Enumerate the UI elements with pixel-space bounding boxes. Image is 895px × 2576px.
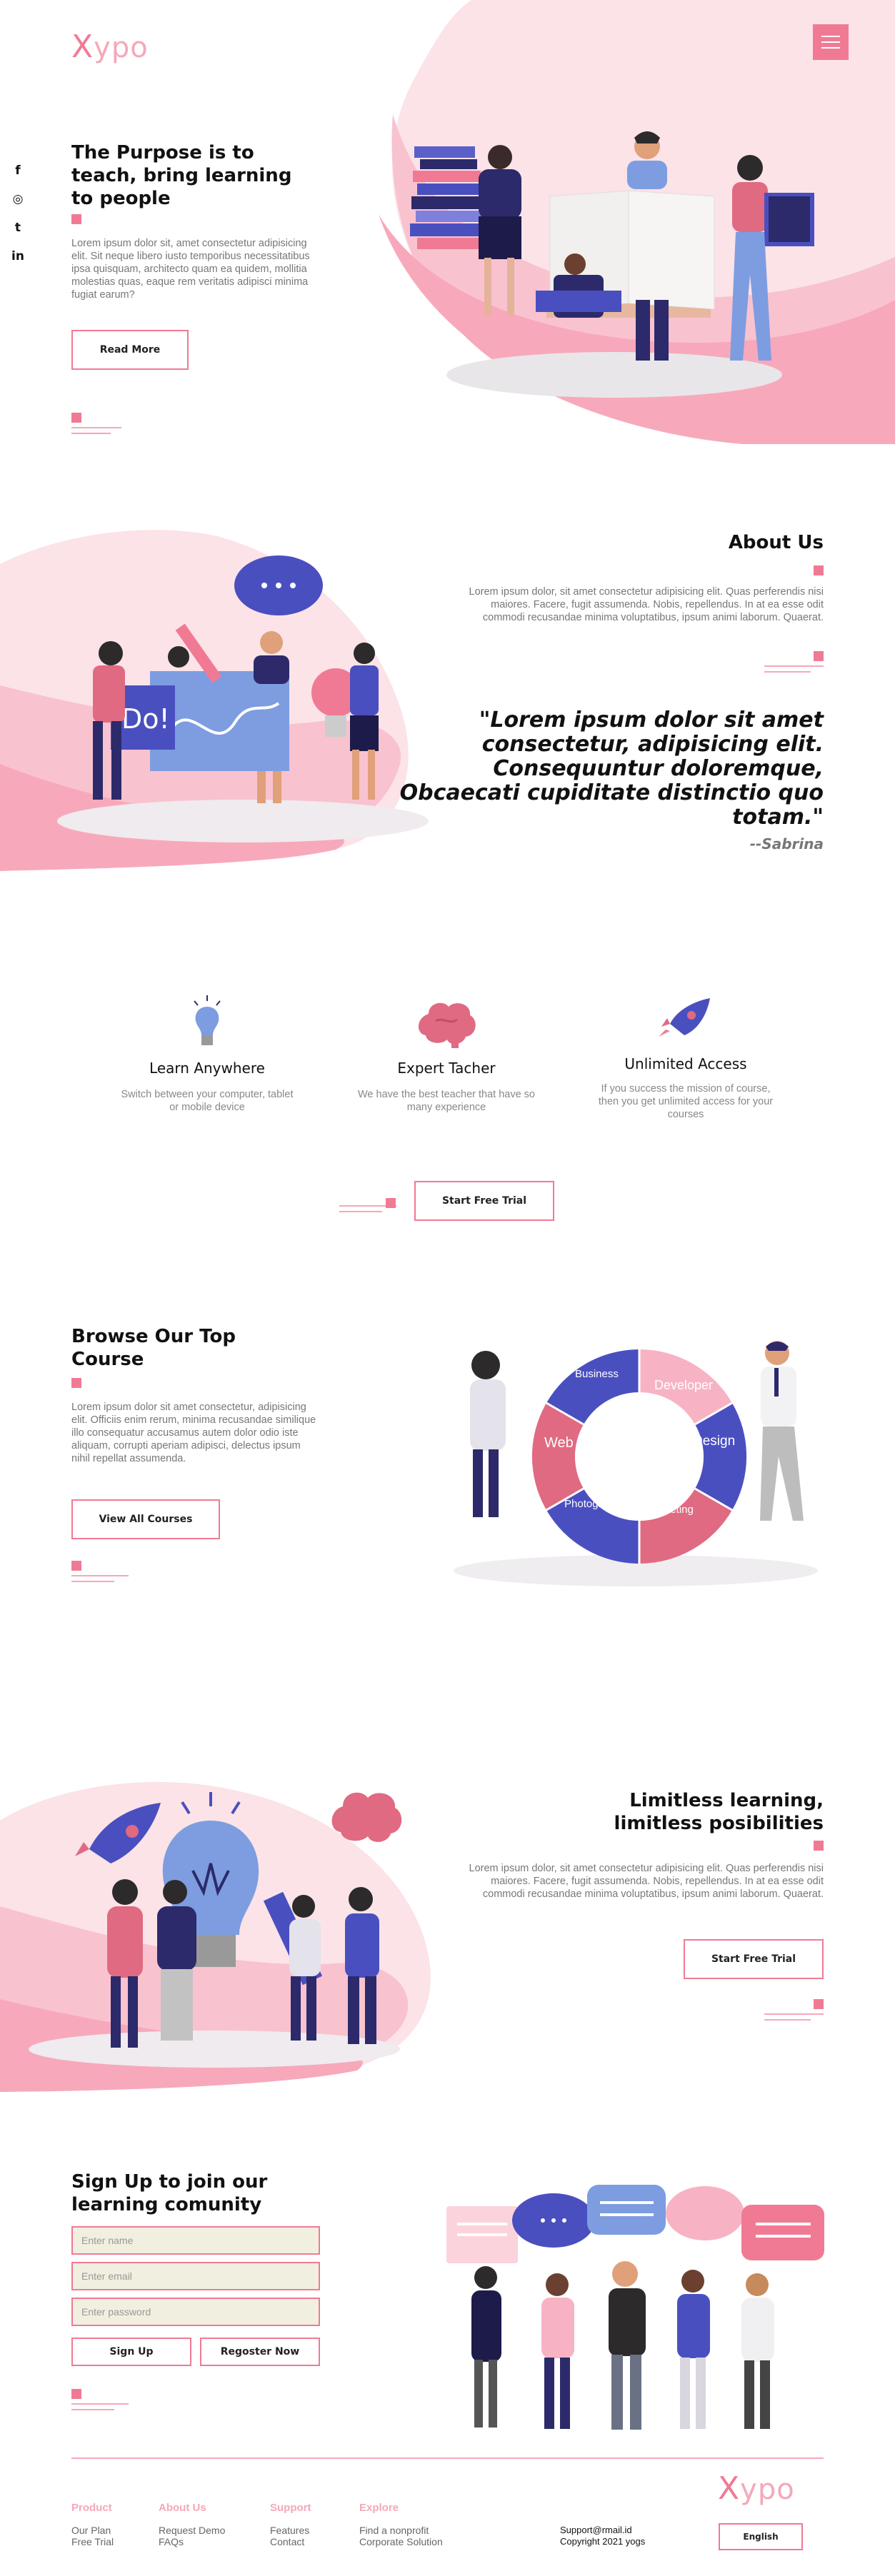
footer-link-request-demo[interactable]: Request Demo bbox=[159, 2525, 225, 2536]
limitless-illustration bbox=[75, 1792, 402, 2048]
decor-lines bbox=[764, 2013, 824, 2025]
decor-lines bbox=[71, 1575, 129, 1586]
feature-title-learn-anywhere: Learn Anywhere bbox=[149, 1060, 265, 1077]
decor-lines bbox=[764, 665, 824, 677]
courses-section: Browse Our Top Course Lorem ipsum dolor … bbox=[0, 1307, 895, 1606]
feature-title-unlimited-access: Unlimited Access bbox=[624, 1055, 747, 1072]
language-selector[interactable]: English bbox=[719, 2523, 803, 2550]
footer-link-our-plan[interactable]: Our Plan bbox=[71, 2525, 111, 2536]
feature-desc-learn-anywhere: Switch between your computer, tablet or … bbox=[121, 1089, 294, 1113]
hamburger-icon bbox=[821, 41, 840, 43]
brain-icon bbox=[418, 1002, 476, 1048]
footer-link-contact[interactable]: Contact bbox=[270, 2536, 304, 2547]
email-field[interactable] bbox=[71, 2262, 320, 2290]
start-free-trial-button[interactable]: Start Free Trial bbox=[414, 1181, 554, 1221]
decor-square bbox=[71, 2389, 81, 2399]
feature-desc-unlimited-access: If you success the mission of course, th… bbox=[598, 1083, 774, 1120]
wheel-label-developer: Developer bbox=[654, 1378, 714, 1392]
linkedin-icon[interactable]: in bbox=[10, 248, 26, 264]
decor-square bbox=[814, 1841, 824, 1851]
courses-title: Browse Our Top Course bbox=[71, 1326, 236, 1370]
courses-text: Lorem ipsum dolor sit amet consectetur, … bbox=[71, 1402, 316, 1464]
decor-lines bbox=[71, 2403, 129, 2415]
footer-divider bbox=[71, 2457, 824, 2459]
brand-logo-text: ypo bbox=[94, 31, 149, 64]
about-title: About Us bbox=[728, 532, 824, 553]
limitless-title: Limitless learning, limitless posibiliti… bbox=[614, 1790, 824, 1834]
community-illustration bbox=[446, 2185, 824, 2430]
hero-section: Xypo f ◎ t in The Purpose is to teach, b… bbox=[0, 0, 895, 457]
quote-author: --Sabrina bbox=[749, 835, 824, 852]
bulb-icon bbox=[194, 995, 221, 1045]
view-all-courses-button[interactable]: View All Courses bbox=[71, 1499, 220, 1539]
footer-logo[interactable]: Xypo bbox=[718, 2470, 795, 2507]
hero-illustration bbox=[410, 131, 814, 361]
hero-text: Lorem ipsum dolor sit, amet consectetur … bbox=[71, 238, 310, 301]
limitless-section: Limitless learning, limitless posibiliti… bbox=[0, 1756, 895, 2099]
decor-square bbox=[814, 1999, 824, 2009]
signup-section: Sign Up to join our learning comunity Si… bbox=[0, 2156, 895, 2442]
twitter-icon[interactable]: t bbox=[10, 220, 26, 236]
footer-logo-x: X bbox=[718, 2470, 741, 2507]
decor-square bbox=[814, 651, 824, 661]
brand-logo-x: X bbox=[71, 29, 94, 65]
register-button[interactable]: Regoster Now bbox=[200, 2338, 320, 2366]
decor-square bbox=[71, 1378, 81, 1388]
footer-copyright: Copyright 2021 yogs bbox=[560, 2536, 646, 2547]
footer-email[interactable]: Support@rmail.id bbox=[560, 2525, 632, 2535]
decor-square bbox=[71, 413, 81, 423]
footer-link-corporate-solution[interactable]: Corporate Solution bbox=[359, 2536, 443, 2547]
decor-square bbox=[71, 214, 81, 224]
decor-lines bbox=[71, 427, 121, 438]
wheel-label-marketing: Marketing bbox=[646, 1504, 694, 1516]
decor-square bbox=[814, 565, 824, 575]
about-section: Do! About Us Lorem ipsum dolor, sit amet… bbox=[0, 500, 895, 900]
footer-heading-explore: Explore bbox=[359, 2502, 399, 2514]
menu-button[interactable] bbox=[813, 24, 849, 60]
wheel-label-design: Design bbox=[693, 1434, 736, 1449]
footer-heading-support: Support bbox=[270, 2502, 311, 2514]
name-field[interactable] bbox=[71, 2226, 320, 2255]
footer-link-features[interactable]: Features bbox=[270, 2525, 309, 2536]
instagram-icon[interactable]: ◎ bbox=[10, 191, 26, 207]
brand-logo[interactable]: Xypo bbox=[71, 29, 149, 65]
footer-link-free-trial[interactable]: Free Trial bbox=[71, 2536, 114, 2547]
decor-square bbox=[386, 1198, 396, 1208]
facebook-icon[interactable]: f bbox=[10, 163, 26, 178]
footer-heading-about: About Us bbox=[159, 2502, 206, 2514]
about-text: Lorem ipsum dolor, sit amet consectetur … bbox=[469, 586, 824, 623]
feature-desc-expert-teacher: We have the best teacher that have so ma… bbox=[357, 1089, 535, 1113]
rocket-icon bbox=[659, 998, 710, 1037]
hero-title: The Purpose is to teach, bring learning … bbox=[71, 142, 292, 209]
feature-title-expert-teacher: Expert Tacher bbox=[397, 1060, 496, 1077]
about-quote: "Lorem ipsum dolor sit amet consectetur,… bbox=[399, 708, 824, 830]
decor-square bbox=[71, 1561, 81, 1571]
about-illustration: Do! bbox=[93, 555, 379, 803]
signup-button[interactable]: Sign Up bbox=[71, 2338, 191, 2366]
limitless-text: Lorem ipsum dolor, sit amet consectetur … bbox=[469, 1863, 824, 1900]
wheel-label-photography: Photography bbox=[564, 1498, 626, 1510]
signup-title: Sign Up to join our learning comunity bbox=[71, 2171, 268, 2215]
footer-link-find-nonprofit[interactable]: Find a nonprofit bbox=[359, 2525, 429, 2536]
footer-link-faqs[interactable]: FAQs bbox=[159, 2536, 184, 2547]
footer: Xypo Product Our Plan Free Trial About U… bbox=[0, 2453, 895, 2576]
course-wheel bbox=[454, 1341, 818, 1586]
password-field[interactable] bbox=[71, 2298, 320, 2326]
start-free-trial-button-2[interactable]: Start Free Trial bbox=[684, 1939, 824, 1979]
read-more-button[interactable]: Read More bbox=[71, 330, 189, 370]
footer-heading-product: Product bbox=[71, 2502, 112, 2514]
wheel-label-web: Web bbox=[544, 1435, 574, 1451]
svg-text:Do!: Do! bbox=[121, 703, 170, 735]
features-section: Learn Anywhere Switch between your compu… bbox=[0, 978, 895, 1235]
footer-logo-text: ypo bbox=[740, 2473, 795, 2506]
wheel-label-business: Business bbox=[575, 1368, 619, 1380]
